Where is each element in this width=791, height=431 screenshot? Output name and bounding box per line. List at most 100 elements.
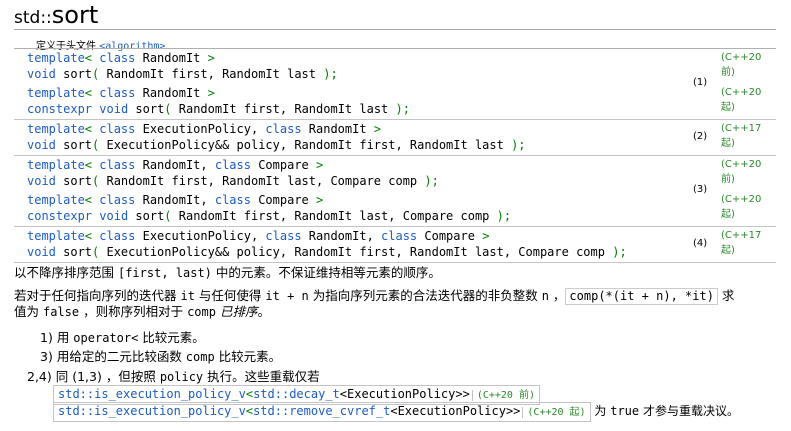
overload-declaration: template< class RandomIt > constexpr voi… [14,84,776,119]
std-version-badge: (C++20 前) [721,159,762,185]
code-text: RandomIt first, RandomIt last, Compare c… [106,174,425,188]
code-text: RandomIt, [135,158,215,172]
overload-declaration: template< class RandomIt > void sort( Ra… [14,49,776,84]
text: 中的元素。不保证维持相等元素的顺序。 [211,265,441,280]
constraint-box-2: std::is_execution_policy_v<std::remove_c… [53,402,591,422]
keyword[interactable]: class [265,122,301,136]
keyword[interactable]: class [99,51,135,65]
keyword[interactable]: class [215,193,251,207]
type-args: <ExecutionPolicy>> [339,387,470,401]
code-text: ExecutionPolicy, [135,122,266,136]
code-comp: comp [185,350,215,364]
is-execution-policy-link[interactable]: std::is_execution_policy_v [58,387,246,401]
punct: ); [612,245,627,259]
punct: > [207,51,215,65]
code-text: RandomIt [135,51,208,65]
keyword[interactable]: template [27,229,85,243]
title-namespace: std:: [14,8,52,28]
keyword[interactable]: constexpr [27,102,92,116]
code-it-n: it + n [265,289,309,303]
keyword[interactable]: template [27,193,85,207]
decay-t-link[interactable]: std::decay_t [253,387,340,401]
comp-expression-box: comp(*(it + n), *it) [565,288,718,305]
remove-cvref-t-link[interactable]: std::remove_cvref_t [253,404,390,418]
keyword[interactable]: constexpr [27,209,92,223]
keyword[interactable]: class [99,193,135,207]
punct: ); [395,102,410,116]
is-execution-policy-link[interactable]: std::is_execution_policy_v [58,404,246,418]
keyword[interactable]: class [99,86,135,100]
code-text: ExecutionPolicy&& policy, RandomIt first… [106,245,613,259]
punct: < [84,51,100,65]
list-item-3: 3) 用给定的二元比较函数 comp 比较元素。 [40,348,281,366]
list-item-2-4: 2,4) 同 (1,3) ，但按照 policy 执行。这些重载仅若 [27,368,320,386]
punct: ); [496,209,512,223]
keyword[interactable]: class [215,158,251,172]
punct: ( [92,245,107,259]
keyword[interactable]: class [265,229,301,243]
item-label: 1) [40,330,53,345]
punct: < [84,193,100,207]
declaration-code: template< class ExecutionPolicy, class R… [27,121,526,153]
std-version-badge: (C++17 起) [721,123,762,149]
overload-declaration: template< class ExecutionPolicy, class R… [14,227,776,262]
keyword[interactable]: void [27,138,56,152]
overload-ref: (1,3) [72,369,102,384]
code-true: true [610,404,640,418]
overload-group: template< class ExecutionPolicy, class R… [14,120,776,156]
text: 比较元素。 [214,349,282,364]
keyword[interactable]: template [27,122,85,136]
code-text: RandomIt first, RandomIt last, Compare c… [178,209,497,223]
punct: ( [92,138,107,152]
text: 用 [52,330,74,345]
overload-group: template< class RandomIt > void sort( Ra… [14,49,776,120]
keyword[interactable]: void [27,67,56,81]
overload-group: template< class RandomIt, class Compare … [14,156,776,227]
overload-number: (1) [693,77,708,88]
code-text: sort [55,138,93,152]
code-text: ExecutionPolicy, [135,229,266,243]
overload-number: (2) [693,130,708,142]
code-false: false [42,305,80,319]
sorted-term: 已排序 [219,304,258,319]
keyword[interactable]: void [27,245,56,259]
code-operator-less[interactable]: operator< [73,331,138,345]
code-text: Compare [250,158,317,172]
declarations-table: template< class RandomIt > void sort( Ra… [14,48,776,263]
code-text: RandomIt first, RandomIt last [106,67,324,81]
overload-group: template< class ExecutionPolicy, class R… [14,227,776,263]
text: 为指向序列元素的合法迭代器的非负整数 [308,288,542,303]
declaration-code: template< class RandomIt, class Compare … [27,192,511,224]
keyword[interactable]: template [27,158,85,172]
keyword[interactable]: void [99,209,128,223]
keyword[interactable]: template [27,51,85,65]
text: 以不降序排序范围 [14,265,118,280]
punct: > [207,86,215,100]
punct: < [84,122,100,136]
std-version-badge: (C++20 起) [721,194,762,220]
keyword[interactable]: class [99,158,135,172]
text: 与任何使得 [194,288,266,303]
text: 求 [717,288,735,303]
punct: ( [92,67,107,81]
code-text: sort [55,245,93,259]
keyword[interactable]: class [99,122,135,136]
code-comp: comp [187,305,216,319]
code-text: RandomIt [135,86,208,100]
text: 值为 [14,304,43,319]
keyword[interactable]: void [99,102,128,116]
type-args: <ExecutionPolicy>> [390,404,521,418]
item-label: 2,4) [27,369,52,384]
keyword[interactable]: void [27,174,56,188]
std-version-badge: (C++20 起) [721,87,762,113]
text: 用给定的二元比较函数 [52,349,186,364]
std-version-badge: (C++20 前) [721,52,762,78]
keyword[interactable]: class [99,229,135,243]
punct: > [316,158,324,172]
text: 为 [590,404,611,418]
keyword[interactable]: template [27,86,85,100]
std-badge: (C++20 起) [522,407,586,418]
code-text: ExecutionPolicy&& policy, RandomIt first… [106,138,512,152]
code-text: Compare [417,229,483,243]
keyword[interactable]: class [381,229,417,243]
